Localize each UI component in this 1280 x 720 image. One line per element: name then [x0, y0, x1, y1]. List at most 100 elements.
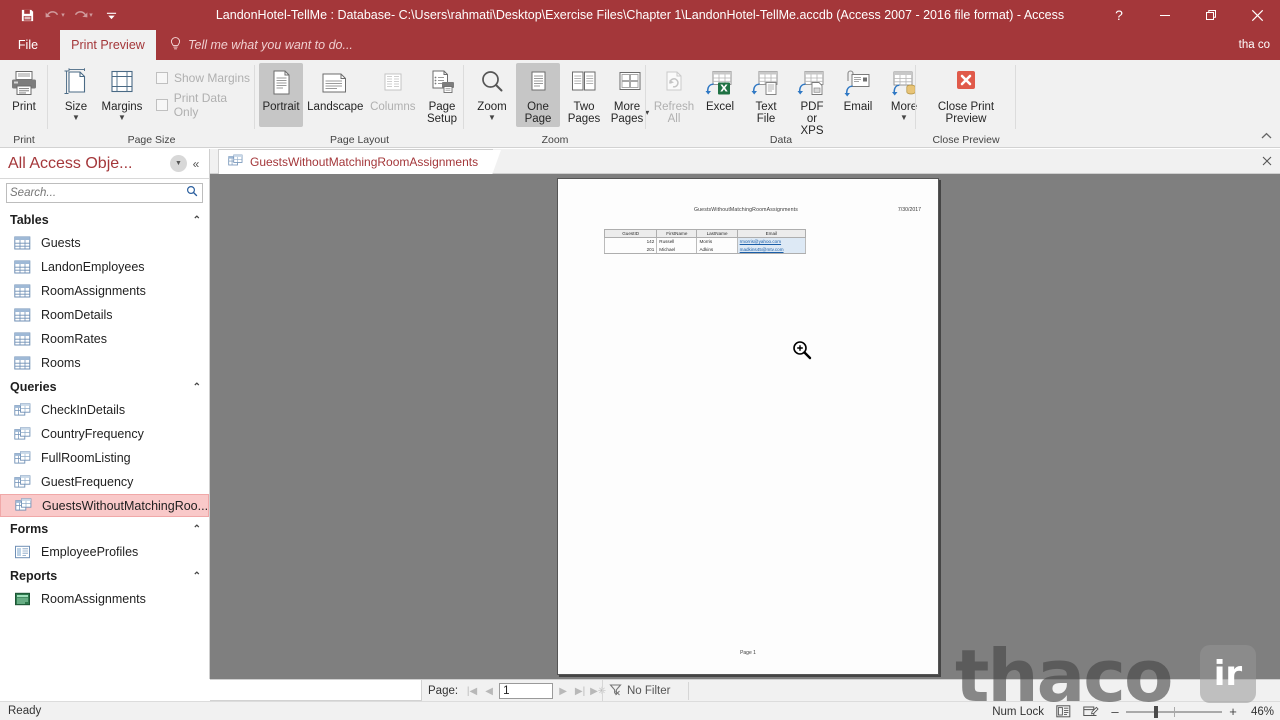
print-data-only-checkbox[interactable]: Print Data Only: [154, 88, 255, 122]
cell-guestid: 142: [603, 237, 658, 246]
report-page[interactable]: GuestsWithoutMatchingRoomAssignments 7/3…: [557, 178, 939, 675]
nav-item-roomrates[interactable]: RoomRates: [0, 327, 209, 351]
report-date: 7/30/2017: [897, 207, 921, 213]
close-document-tab-icon[interactable]: [1258, 152, 1276, 170]
margins-icon: [108, 66, 136, 100]
excel-export-button[interactable]: X Excel: [698, 63, 742, 113]
nav-group-queries[interactable]: Queries ⌃: [0, 376, 209, 398]
one-page-button[interactable]: One Page: [516, 63, 560, 127]
filter-icon: [609, 683, 622, 699]
customize-quick-access-icon[interactable]: [98, 2, 124, 28]
nav-item-label: RoomAssignments: [41, 592, 146, 606]
portrait-button[interactable]: Portrait: [259, 63, 303, 127]
close-icon[interactable]: [1234, 0, 1280, 30]
size-button[interactable]: Size ▼: [54, 63, 98, 122]
two-pages-button[interactable]: Two Pages: [562, 63, 606, 125]
zoom-in-button[interactable]: +: [1228, 704, 1238, 719]
chevron-down-icon[interactable]: ▼: [900, 114, 908, 122]
show-margins-checkbox[interactable]: Show Margins: [154, 68, 255, 88]
restore-icon[interactable]: [1188, 0, 1234, 30]
layout-view-icon[interactable]: [1082, 705, 1100, 719]
undo-icon[interactable]: ▾: [42, 2, 68, 28]
zoom-out-button[interactable]: –: [1110, 704, 1120, 719]
double-chevron-left-icon[interactable]: «: [187, 157, 205, 171]
next-record-icon[interactable]: ▶: [556, 686, 570, 697]
tab-file[interactable]: File: [0, 30, 56, 60]
pdf-xps-export-button[interactable]: PDF or XPS: [790, 63, 834, 137]
report-view-icon[interactable]: [1054, 705, 1072, 719]
zoom-button[interactable]: Zoom ▼: [470, 63, 514, 122]
minimize-icon[interactable]: [1142, 0, 1188, 30]
save-icon[interactable]: [14, 2, 40, 28]
magnifier-icon: [478, 66, 506, 100]
nav-item-guests[interactable]: Guests: [0, 231, 209, 255]
page-setup-button[interactable]: Page Setup: [420, 63, 464, 125]
email-button[interactable]: Email: [836, 63, 880, 113]
access-window: ▾ ▾ LandonHotel-TellMe : Database- C:\Us…: [0, 0, 1280, 720]
email-button-label: Email: [843, 101, 873, 113]
tab-print-preview[interactable]: Print Preview: [60, 30, 156, 60]
last-record-icon[interactable]: ▶|: [573, 686, 587, 697]
table-row: 142 Russell Morris rmorris@yahoo.com: [603, 237, 807, 246]
landscape-button[interactable]: Landscape: [305, 63, 366, 113]
nav-item-roomassignments[interactable]: RoomAssignments: [0, 279, 209, 303]
print-preview-canvas[interactable]: GuestsWithoutMatchingRoomAssignments 7/3…: [210, 174, 1280, 679]
margins-button[interactable]: Margins ▼: [98, 63, 146, 122]
close-print-preview-button[interactable]: Close Print Preview: [934, 63, 998, 125]
previous-record-icon[interactable]: ◀: [482, 686, 496, 697]
search-input[interactable]: [10, 187, 185, 199]
chevron-up-icon[interactable]: ⌃: [193, 524, 201, 535]
page-number-input[interactable]: [499, 683, 554, 699]
page-size-icon: [62, 66, 90, 100]
nav-item-label: CountryFrequency: [41, 427, 144, 441]
help-icon[interactable]: ?: [1096, 0, 1142, 30]
nav-item-fullroomlisting[interactable]: FullRoomListing: [0, 446, 209, 470]
nav-item-guestswithoutmatchingroomassignments[interactable]: GuestsWithoutMatchingRoo...: [0, 494, 209, 517]
navigation-search-box[interactable]: [6, 183, 203, 203]
nav-item-reports-roomassignments[interactable]: RoomAssignments: [0, 587, 209, 611]
page-setup-button-label: Page Setup: [426, 101, 458, 125]
nav-item-checkindetails[interactable]: CheckInDetails: [0, 398, 209, 422]
chevron-down-icon[interactable]: ▼: [488, 114, 496, 122]
nav-item-employeeprofiles[interactable]: EmployeeProfiles: [0, 540, 209, 564]
nav-group-forms[interactable]: Forms ⌃: [0, 518, 209, 540]
document-tab-guestswithoutmatchingroomassignments[interactable]: GuestsWithoutMatchingRoomAssignments: [218, 149, 502, 175]
nav-item-rooms[interactable]: Rooms: [0, 351, 209, 375]
zoom-slider[interactable]: – + 46%: [1110, 704, 1274, 719]
first-record-icon[interactable]: |◀: [465, 686, 479, 697]
nav-item-landonemployees[interactable]: LandonEmployees: [0, 255, 209, 279]
ribbon-group-zoom: Zoom ▼ One Page Two Pages More Pages ▾ Z…: [464, 60, 649, 148]
margins-button-label: Margins: [101, 101, 143, 113]
refresh-icon: [660, 66, 688, 100]
chevron-up-icon[interactable]: ⌃: [193, 571, 201, 582]
nav-group-tables[interactable]: Tables ⌃: [0, 209, 209, 231]
more-pages-button-label-wrap: More Pages ▾: [611, 101, 650, 125]
nav-item-countryfrequency[interactable]: CountryFrequency: [0, 422, 209, 446]
print-button[interactable]: Print: [2, 63, 46, 113]
chevron-down-circle-icon[interactable]: ▼: [170, 155, 187, 172]
user-account-label[interactable]: tha co: [1239, 30, 1270, 60]
nav-item-guestfrequency[interactable]: GuestFrequency: [0, 470, 209, 494]
ribbon: Print Print Size ▼ Margins ▼ Show Margin…: [0, 60, 1280, 148]
cell-email[interactable]: madkins45@mtv.com: [736, 245, 807, 254]
slider-thumb[interactable]: [1154, 705, 1158, 718]
filter-status[interactable]: No Filter: [602, 680, 670, 702]
search-icon[interactable]: [185, 184, 199, 202]
chevron-up-icon[interactable]: ⌃: [193, 215, 201, 226]
tell-me-search[interactable]: Tell me what you want to do...: [170, 30, 353, 60]
zoom-slider-track[interactable]: [1126, 705, 1222, 718]
pdf-xps-icon: [797, 66, 827, 100]
columns-button: Columns: [368, 63, 418, 113]
chevron-up-icon[interactable]: ⌃: [193, 382, 201, 393]
chevron-down-icon[interactable]: ▼: [72, 114, 80, 122]
chevron-down-icon[interactable]: ▼: [118, 114, 126, 122]
collapse-ribbon-icon[interactable]: [1258, 131, 1274, 145]
redo-icon[interactable]: ▾: [70, 2, 96, 28]
size-button-label: Size: [64, 101, 88, 113]
text-file-export-button[interactable]: Text File: [744, 63, 788, 125]
nav-item-roomdetails[interactable]: RoomDetails: [0, 303, 209, 327]
cell-email[interactable]: rmorris@yahoo.com: [736, 237, 807, 246]
portrait-icon: [268, 66, 294, 100]
status-message: Ready: [8, 705, 42, 717]
nav-group-reports[interactable]: Reports ⌃: [0, 565, 209, 587]
